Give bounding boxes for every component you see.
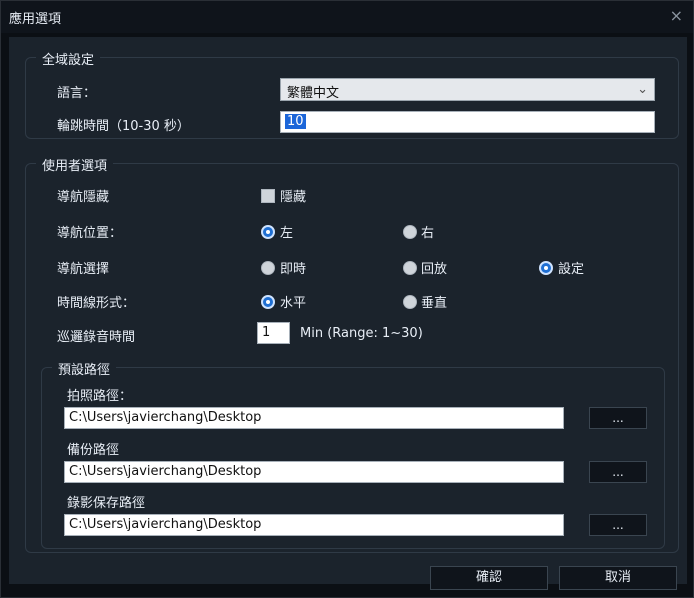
global-settings-title: 全域設定	[36, 49, 101, 68]
close-icon[interactable]: ×	[670, 6, 683, 25]
ok-button[interactable]: 確認	[430, 566, 548, 590]
timeline-vertical-radio[interactable]	[403, 295, 417, 309]
record-save-path-label: 錄影保存路徑	[67, 496, 146, 511]
dialog-title: 應用選項	[9, 12, 62, 27]
rotation-seconds-input[interactable]: 10	[280, 111, 655, 133]
nav-hide-label: 導航隱藏	[57, 190, 110, 205]
backup-path-browse-button[interactable]: ...	[589, 461, 647, 483]
language-label: 語言：	[57, 86, 97, 101]
patrol-record-time-label: 巡邏錄音時間	[57, 330, 136, 345]
backup-path-value: C:\Users\javierchang\Desktop	[69, 464, 262, 479]
timeline-horizontal-label[interactable]: 水平	[280, 292, 306, 311]
nav-selection-playback-radio[interactable]	[403, 261, 417, 275]
language-dropdown[interactable]: 繁體中文 ⌄	[280, 78, 655, 101]
photo-path-value: C:\Users\javierchang\Desktop	[69, 410, 262, 425]
user-options-title: 使用者選項	[36, 155, 114, 174]
nav-selection-settings-radio[interactable]	[539, 261, 553, 275]
record-save-path-value: C:\Users\javierchang\Desktop	[69, 517, 262, 532]
photo-path-input[interactable]: C:\Users\javierchang\Desktop	[64, 407, 564, 429]
nav-position-left-label[interactable]: 左	[280, 222, 293, 241]
photo-path-label: 拍照路徑：	[67, 389, 133, 404]
patrol-record-time-value: 1	[262, 325, 271, 340]
nav-selection-playback-label[interactable]: 回放	[421, 258, 447, 277]
backup-path-label: 備份路徑	[67, 443, 120, 458]
cancel-button[interactable]: 取消	[559, 566, 677, 590]
nav-position-right-label[interactable]: 右	[421, 222, 434, 241]
timeline-style-label: 時間線形式：	[57, 296, 136, 311]
patrol-record-time-input[interactable]: 1	[257, 322, 290, 344]
nav-hide-checkbox-label[interactable]: 隱藏	[280, 186, 306, 205]
title-bar: 應用選項 ×	[1, 1, 693, 33]
record-save-path-browse-button[interactable]: ...	[589, 514, 647, 536]
rotation-label: 輪跳時間（10-30 秒）	[57, 119, 190, 134]
chevron-down-icon: ⌄	[637, 82, 648, 97]
rotation-seconds-value: 10	[285, 114, 306, 129]
photo-path-browse-button[interactable]: ...	[589, 407, 647, 429]
options-dialog: 應用選項 × 全域設定 語言： 輪跳時間（10-30 秒） 使用者選項 導航隱藏…	[0, 0, 694, 598]
backup-path-input[interactable]: C:\Users\javierchang\Desktop	[64, 461, 564, 483]
nav-selection-settings-label[interactable]: 設定	[558, 258, 584, 277]
record-save-path-input[interactable]: C:\Users\javierchang\Desktop	[64, 514, 564, 536]
timeline-vertical-label[interactable]: 垂直	[421, 292, 447, 311]
nav-hide-checkbox[interactable]	[261, 189, 275, 203]
nav-selection-label: 導航選擇	[57, 262, 110, 277]
timeline-horizontal-radio[interactable]	[261, 295, 275, 309]
patrol-record-time-hint: Min (Range: 1~30)	[300, 326, 423, 341]
nav-position-label: 導航位置：	[57, 226, 123, 241]
default-paths-title: 預設路徑	[52, 359, 117, 378]
language-dropdown-value: 繁體中文	[287, 86, 340, 101]
nav-position-right-radio[interactable]	[403, 225, 417, 239]
nav-selection-realtime-label[interactable]: 即時	[280, 258, 306, 277]
nav-selection-realtime-radio[interactable]	[261, 261, 275, 275]
nav-position-left-radio[interactable]	[261, 225, 275, 239]
